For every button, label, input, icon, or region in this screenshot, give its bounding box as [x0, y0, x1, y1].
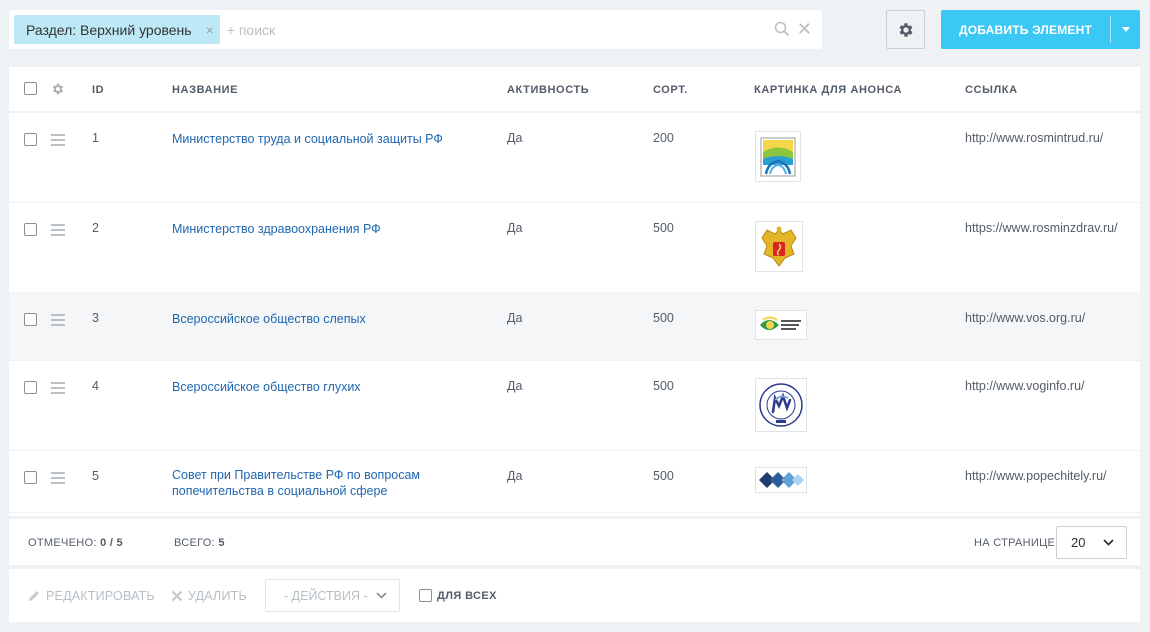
actions-select[interactable]: - ДЕЙСТВИЯ -: [265, 579, 400, 612]
table-row[interactable]: 2 Министерство здравоохранения РФ Да 500…: [9, 203, 1140, 293]
add-element-button[interactable]: ДОБАВИТЬ ЭЛЕМЕНТ: [941, 10, 1140, 49]
row-active: Да: [507, 469, 523, 483]
clear-search-icon[interactable]: ✕: [797, 20, 812, 38]
row-name-link[interactable]: Всероссийское общество глухих: [172, 379, 472, 395]
action-bar: РЕДАКТИРОВАТЬ УДАЛИТЬ - ДЕЙСТВИЯ - ДЛЯ В…: [9, 569, 1140, 622]
column-header-link[interactable]: ССЫЛКА: [965, 84, 1018, 96]
column-header-sort[interactable]: СОРТ.: [653, 84, 688, 96]
grid-footer: ОТМЕЧЕНО: 0 / 5 ВСЕГО: 5 НА СТРАНИЦЕ: 20: [9, 519, 1140, 565]
grid-header: ID НАЗВАНИЕ АКТИВНОСТЬ СОРТ. КАРТИНКА ДЛ…: [9, 67, 1140, 113]
chip-close-icon[interactable]: ×: [206, 22, 214, 38]
settings-button[interactable]: [886, 10, 925, 49]
row-name-link[interactable]: Совет при Правительстве РФ по вопросам п…: [172, 467, 472, 499]
vog-logo[interactable]: [755, 378, 807, 432]
delete-label: УДАЛИТЬ: [188, 589, 247, 603]
search-input[interactable]: [226, 15, 822, 44]
row-checkbox[interactable]: [24, 471, 37, 484]
popechitely-logo[interactable]: [755, 467, 807, 493]
row-active: Да: [507, 131, 523, 145]
row-link: https://www.rosminzdrav.ru/: [965, 221, 1118, 235]
row-sort: 500: [653, 379, 674, 393]
row-id: 2: [92, 221, 99, 235]
row-id: 1: [92, 131, 99, 145]
row-active: Да: [507, 221, 523, 235]
add-element-label: ДОБАВИТЬ ЭЛЕМЕНТ: [959, 22, 1092, 37]
add-dropdown-arrow-icon[interactable]: [1111, 27, 1140, 32]
filter-bar: Раздел: Верхний уровень × ✕: [9, 10, 822, 49]
row-checkbox[interactable]: [24, 223, 37, 236]
row-link: http://www.rosmintrud.ru/: [965, 131, 1104, 145]
mintrud-logo[interactable]: [755, 131, 801, 182]
drag-handle-icon[interactable]: [51, 314, 65, 329]
chevron-down-icon: [376, 592, 387, 599]
drag-handle-icon[interactable]: [51, 382, 65, 397]
row-checkbox[interactable]: [24, 133, 37, 146]
row-id: 3: [92, 311, 99, 325]
selected-value: 0 / 5: [100, 537, 123, 549]
vos-logo[interactable]: [755, 310, 807, 340]
close-icon: [171, 590, 183, 602]
row-id: 4: [92, 379, 99, 393]
search-icon[interactable]: [774, 21, 790, 37]
column-header-name[interactable]: НАЗВАНИЕ: [172, 84, 238, 96]
table-row[interactable]: 3 Всероссийское общество слепых Да 500 h…: [9, 293, 1140, 361]
row-name-link[interactable]: Министерство здравоохранения РФ: [172, 221, 472, 237]
edit-button[interactable]: РЕДАКТИРОВАТЬ: [27, 589, 155, 603]
column-settings-icon[interactable]: [51, 82, 65, 101]
chevron-down-icon: [1103, 539, 1114, 546]
drag-handle-icon[interactable]: [51, 224, 65, 239]
table-row[interactable]: 1 Министерство труда и социальной защиты…: [9, 113, 1140, 203]
column-header-active[interactable]: АКТИВНОСТЬ: [507, 84, 589, 96]
column-header-picture[interactable]: КАРТИНКА ДЛЯ АНОНСА: [754, 84, 902, 96]
total-label: ВСЕГО:: [174, 537, 216, 549]
table-row[interactable]: 4 Всероссийское общество глухих Да 500 h…: [9, 361, 1140, 451]
select-all-checkbox[interactable]: [24, 82, 37, 95]
for-all-toggle[interactable]: ДЛЯ ВСЕХ: [419, 589, 497, 602]
pencil-icon: [29, 591, 39, 601]
row-id: 5: [92, 469, 99, 483]
row-checkbox[interactable]: [24, 313, 37, 326]
total-value: 5: [218, 537, 225, 549]
row-link: http://www.vos.org.ru/: [965, 311, 1086, 325]
row-checkbox[interactable]: [24, 381, 37, 394]
per-page-select[interactable]: 20: [1056, 526, 1127, 559]
row-name-link[interactable]: Министерство труда и социальной защиты Р…: [172, 131, 472, 147]
row-sort: 500: [653, 311, 674, 325]
filter-chip-section[interactable]: Раздел: Верхний уровень ×: [14, 15, 220, 44]
for-all-checkbox[interactable]: [419, 589, 432, 602]
per-page-value: 20: [1071, 535, 1086, 550]
row-sort: 500: [653, 469, 674, 483]
row-sort: 500: [653, 221, 674, 235]
drag-handle-icon[interactable]: [51, 134, 65, 149]
row-sort: 200: [653, 131, 674, 145]
total-counter: ВСЕГО: 5: [174, 537, 225, 549]
column-header-id[interactable]: ID: [92, 84, 104, 96]
minzdrav-emblem[interactable]: [755, 221, 803, 272]
row-link: http://www.voginfo.ru/: [965, 379, 1085, 393]
gear-icon: [899, 22, 912, 37]
row-name-link[interactable]: Всероссийское общество слепых: [172, 311, 472, 327]
filter-chip-label: Раздел: Верхний уровень: [26, 21, 192, 38]
for-all-label: ДЛЯ ВСЕХ: [437, 589, 497, 602]
delete-button[interactable]: УДАЛИТЬ: [171, 589, 247, 603]
row-link: http://www.popechitely.ru/: [965, 469, 1107, 483]
row-active: Да: [507, 379, 523, 393]
drag-handle-icon[interactable]: [51, 472, 65, 487]
per-page-label: НА СТРАНИЦЕ:: [974, 537, 1059, 549]
table-row[interactable]: 5 Совет при Правительстве РФ по вопросам…: [9, 451, 1140, 513]
edit-label: РЕДАКТИРОВАТЬ: [46, 589, 155, 603]
selected-label: ОТМЕЧЕНО:: [28, 537, 97, 549]
actions-select-value: - ДЕЙСТВИЯ -: [284, 588, 368, 603]
selected-counter: ОТМЕЧЕНО: 0 / 5: [28, 537, 123, 549]
row-active: Да: [507, 311, 523, 325]
elements-grid: ID НАЗВАНИЕ АКТИВНОСТЬ СОРТ. КАРТИНКА ДЛ…: [9, 67, 1140, 516]
